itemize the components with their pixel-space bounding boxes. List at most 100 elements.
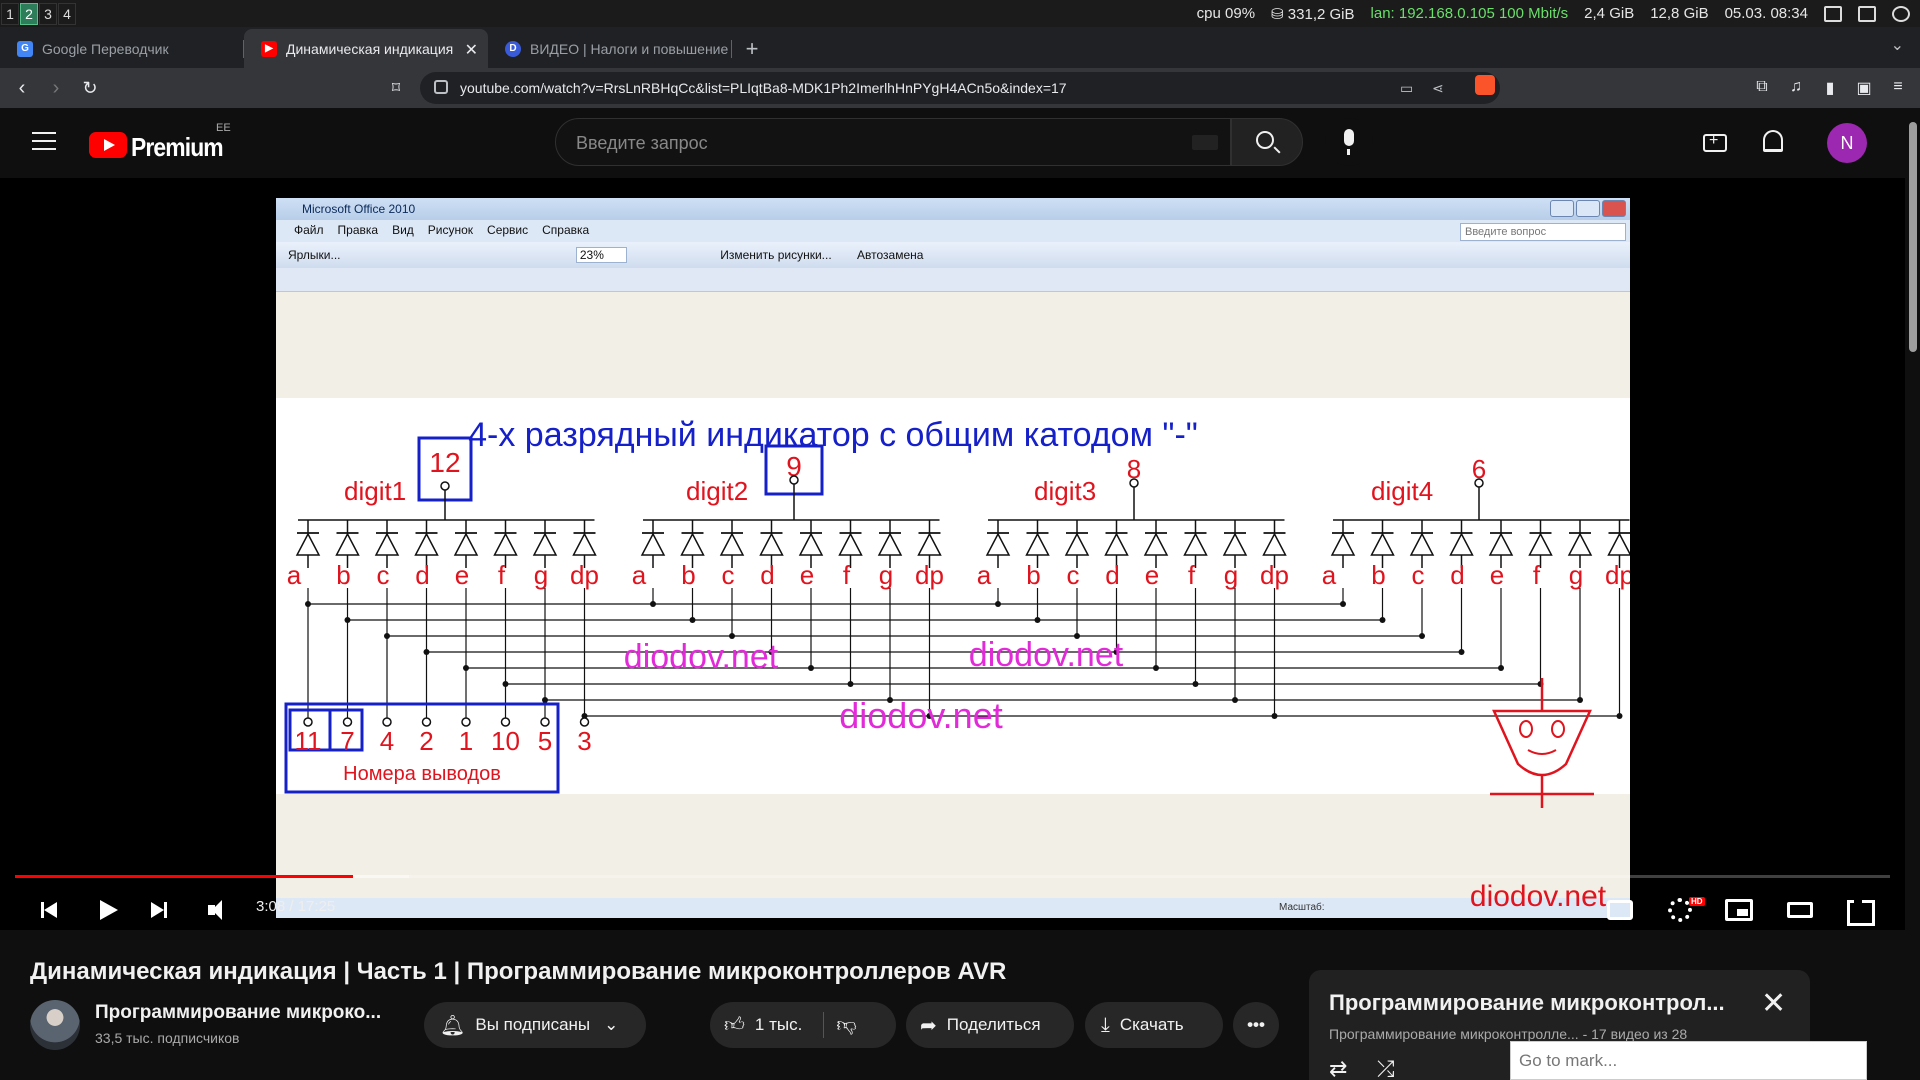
next-video-icon[interactable] [142,892,178,928]
playlist-title[interactable]: Программирование микроконтрол... [1329,990,1725,1016]
diode-triangle [798,532,824,556]
more-actions-button[interactable]: ••• [1233,1002,1279,1048]
cast-icon[interactable]: ▭ [1400,80,1418,96]
shuffle-icon[interactable]: ⤮ [1377,1056,1395,1080]
search-input[interactable]: Введите запрос [555,118,1231,166]
extensions-icon[interactable]: ⧉ [1752,78,1772,98]
share-icon[interactable]: ⋖ [1432,80,1450,96]
tab-youtube-video[interactable]: ▶ Динамическая индикация ✕ [244,29,488,68]
segment-label: e [1145,560,1159,590]
loop-icon[interactable]: ⇄ [1329,1056,1347,1080]
play-icon[interactable] [88,892,124,928]
segment-label: e [1490,560,1504,590]
pin-terminal [303,717,313,727]
diode-triangle [335,532,360,556]
digit-label: digit1 [344,476,406,506]
segment-label: e [800,560,814,590]
like-count[interactable]: 1 тыс. [755,1015,802,1035]
scrollbar-thumb[interactable] [1909,122,1917,352]
workspace-1[interactable]: 1 [1,2,19,25]
volume-icon[interactable] [202,892,238,928]
junction-dot [1577,697,1583,703]
browser-toolbar: ‹ › ↻ ⌑ youtube.com/watch?v=RrsLnRBHqCc&… [0,68,1920,108]
subtitles-icon[interactable] [1607,900,1633,920]
wallet-icon[interactable]: ▣ [1854,78,1874,98]
keyboard-icon[interactable] [1192,135,1218,150]
diode-triangle [1488,532,1514,556]
close-tab-icon[interactable]: ✕ [465,40,478,60]
bell-icon: 🔔︎ [440,1014,466,1037]
youtube-icon: ▶ [261,40,277,57]
back-button[interactable]: ‹ [8,74,36,102]
dislike-icon[interactable]: 👎︎ [836,1013,856,1037]
youtube-logo-text[interactable]: Premium [131,132,224,163]
channel-avatar[interactable] [30,1000,80,1050]
workspace-3[interactable]: 3 [39,2,57,25]
voice-search-button[interactable] [1325,118,1373,166]
previous-video-icon[interactable] [30,892,66,928]
junction-dot [1498,665,1504,671]
watermark-text: diodov.net [839,695,1002,736]
brave-shield-icon[interactable] [1475,75,1495,95]
video-player[interactable]: Microsoft Office 2010 Файл Правка Вид Рисун… [0,178,1905,930]
fullscreen-icon[interactable] [1841,892,1877,928]
pin-terminal [382,717,392,727]
channel-name[interactable]: Программирование микроко... [95,1002,381,1024]
pin-number: 2 [419,726,433,756]
junction-dot [847,681,854,687]
miniplayer-icon[interactable] [1725,899,1753,921]
time-display: 3:08 / 17:25 [256,898,336,915]
theater-mode-icon[interactable] [1787,902,1813,918]
media-icon[interactable]: ♫ [1786,78,1806,98]
tab-google-translate[interactable]: G Google Переводчик [0,29,244,68]
notifications-bell-icon[interactable] [1763,130,1783,152]
segment-label: a [287,560,302,590]
avatar[interactable]: N [1827,123,1867,163]
site-info-icon[interactable] [434,80,448,94]
tray-window-icon[interactable] [1824,5,1842,22]
goto-mark-input[interactable]: Go to mark... [1510,1041,1867,1080]
hamburger-menu-icon[interactable] [32,132,56,150]
share-button[interactable]: ➦ Поделиться [906,1002,1074,1048]
workspace-4[interactable]: 4 [58,2,76,25]
new-tab-button[interactable]: + [732,29,772,68]
progress-bar[interactable] [15,875,1890,878]
menu-icon[interactable]: ≡ [1888,78,1908,98]
mem-used-readout: 2,4 GiB [1584,5,1635,22]
pin-terminal [540,717,550,727]
address-bar[interactable]: youtube.com/watch?v=RrsLnRBHqCc&list=PLI… [420,72,1500,104]
digit-pin-terminal [440,481,450,491]
search-button[interactable] [1231,118,1303,166]
junction-dot [650,601,656,607]
pin-number: 7 [340,726,354,756]
subscribed-button[interactable]: 🔔︎ Вы подписаны ⌄ [424,1002,646,1048]
page-scrollbar[interactable] [1905,108,1920,1080]
workspace-2[interactable]: 2 [20,2,38,25]
diagram-heading: 4-х разрядный индикатор с общим катодом … [468,416,1198,454]
diode-triangle [532,532,558,556]
segment-label: e [455,560,469,590]
close-playlist-icon[interactable]: ✕ [1761,986,1786,1021]
diode-triangle [493,532,518,556]
tab-video-taxes[interactable]: D ВИДЕО | Налоги и повышение [488,29,732,68]
download-button[interactable]: ⤓ Скачать [1085,1002,1223,1048]
youtube-logo-icon[interactable] [89,132,127,158]
tray-display-icon[interactable] [1858,5,1876,22]
tab-list-chevron-icon[interactable]: ⌄ [1891,35,1904,55]
sidebar-icon[interactable]: ▮ [1820,78,1840,98]
create-video-icon[interactable] [1703,132,1727,152]
pin-number: 3 [577,726,591,756]
download-icon: ⤓ [1101,1013,1110,1036]
diode-triangle [1143,532,1169,556]
tray-menu-icon[interactable] [1892,5,1910,22]
bookmark-icon[interactable]: ⌑ [382,74,410,102]
pin-number: 1 [459,726,473,756]
search-placeholder: Введите запрос [576,133,708,153]
reload-button[interactable]: ↻ [76,74,104,102]
segment-label: c [722,560,735,590]
url-text[interactable]: youtube.com/watch?v=RrsLnRBHqCc&list=PLI… [460,80,1067,96]
like-icon[interactable]: 👍︎ [724,1013,745,1037]
forward-button[interactable]: › [42,74,70,102]
share-arrow-icon: ➦ [920,1014,937,1037]
segment-label: g [534,560,548,590]
